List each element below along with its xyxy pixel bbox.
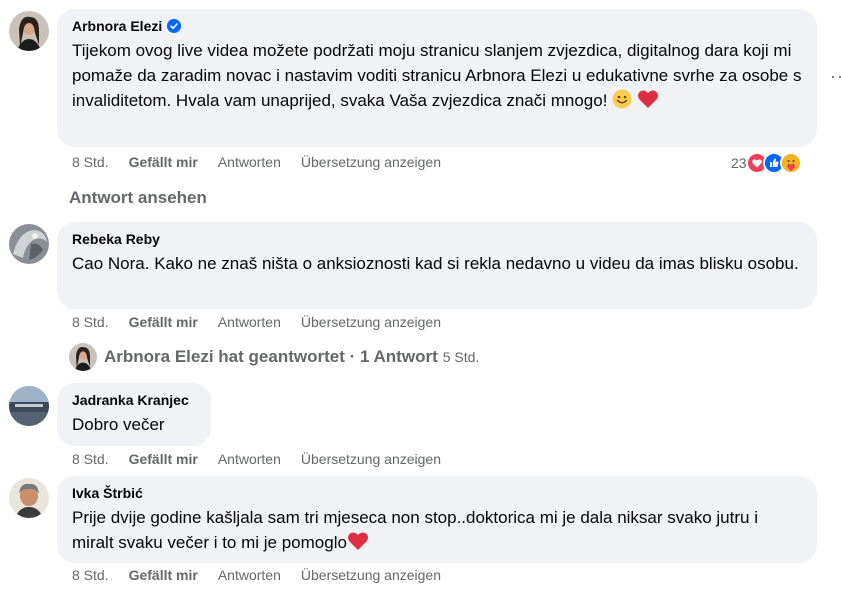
verified-badge-icon [167, 19, 182, 33]
heart-emoji-icon [637, 89, 659, 109]
like-button[interactable]: Gefällt mir [129, 313, 198, 331]
avatar [69, 343, 97, 371]
reply-summary-link[interactable]: Arbnora Elezi hat geantwortet · 1 Antwor… [69, 343, 479, 371]
comment-author[interactable]: Rebeka Reby [72, 230, 160, 248]
reply-button[interactable]: Antworten [218, 566, 281, 584]
reply-summary-text: Arbnora Elezi hat geantwortet · 1 Antwor… [104, 347, 438, 366]
like-button[interactable]: Gefällt mir [129, 566, 198, 584]
comment-actions: 8 Std. Gefällt mir Antworten Übersetzung… [72, 450, 461, 468]
comment-actions: 8 Std. Gefällt mir Antworten Übersetzung… [72, 153, 461, 171]
comment-bubble: Rebeka Reby Cao Nora. Kako ne znaš ništa… [57, 222, 817, 309]
avatar[interactable] [9, 11, 49, 51]
reaction-summary[interactable]: 23 [731, 152, 802, 174]
avatar[interactable] [9, 478, 49, 518]
like-button[interactable]: Gefällt mir [129, 450, 198, 468]
care-reaction-icon [779, 152, 802, 174]
show-translation-button[interactable]: Übersetzung anzeigen [301, 313, 441, 331]
show-translation-button[interactable]: Übersetzung anzeigen [301, 153, 441, 171]
view-replies-link[interactable]: Antwort ansehen [69, 188, 207, 208]
show-translation-button[interactable]: Übersetzung anzeigen [301, 450, 441, 468]
reply-button[interactable]: Antworten [218, 153, 281, 171]
reaction-count: 23 [731, 155, 747, 171]
like-button[interactable]: Gefällt mir [129, 153, 198, 171]
heart-emoji-icon [347, 531, 369, 551]
comment-actions: 8 Std. Gefällt mir Antworten Übersetzung… [72, 566, 461, 584]
comment-text: Dobro večer [72, 415, 165, 434]
avatar[interactable] [9, 224, 49, 264]
comment-bubble: Arbnora Elezi Tijekom ovog live videa mo… [57, 9, 817, 147]
reply-button[interactable]: Antworten [218, 450, 281, 468]
reply-summary-time: 5 Std. [442, 349, 480, 365]
comment-author[interactable]: Arbnora Elezi [72, 17, 162, 35]
show-translation-button[interactable]: Übersetzung anzeigen [301, 566, 441, 584]
avatar[interactable] [9, 386, 49, 426]
comment-actions: 8 Std. Gefällt mir Antworten Übersetzung… [72, 313, 461, 331]
comment-text: Prije dvije godine kašljala sam tri mjes… [72, 508, 758, 552]
reply-button[interactable]: Antworten [218, 313, 281, 331]
comment-timestamp[interactable]: 8 Std. [72, 153, 109, 171]
smile-emoji-icon [612, 89, 632, 109]
comment-author[interactable]: Jadranka Kranjec [72, 391, 189, 409]
comment-timestamp[interactable]: 8 Std. [72, 313, 109, 331]
comment-author[interactable]: Ivka Štrbić [72, 484, 143, 502]
comment-text: Cao Nora. Kako ne znaš ništa o anksiozno… [72, 254, 799, 273]
comment-timestamp[interactable]: 8 Std. [72, 450, 109, 468]
more-options-icon[interactable]: ··· [830, 66, 841, 87]
comment-timestamp[interactable]: 8 Std. [72, 566, 109, 584]
comment-text: Tijekom ovog live videa možete podržati … [72, 41, 802, 110]
comment-bubble: Jadranka Kranjec Dobro večer [57, 383, 211, 446]
comment-bubble: Ivka Štrbić Prije dvije godine kašljala … [57, 476, 817, 563]
